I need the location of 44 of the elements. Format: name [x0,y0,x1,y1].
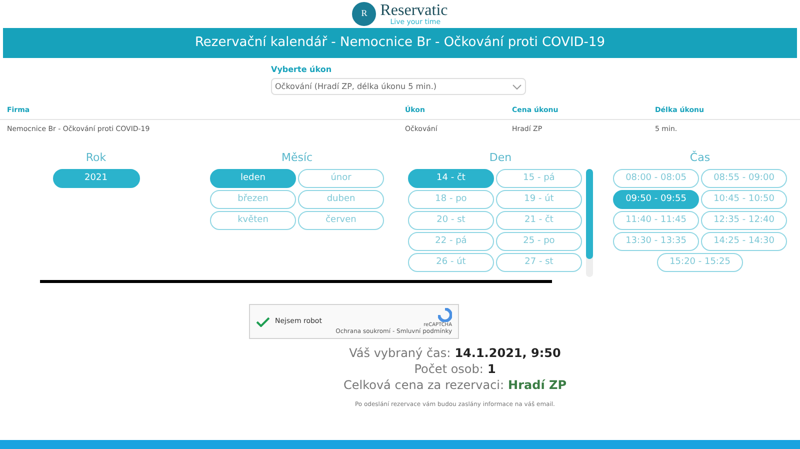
service-select[interactable]: Očkování (Hradí ZP, délka úkonu 5 min.) [271,78,526,95]
option-button[interactable]: 2021 [52,168,140,188]
option-button[interactable]: červen [298,210,384,230]
option-button[interactable]: 26 - út [408,252,494,272]
option-button[interactable]: 13:30 - 13:35 [613,232,699,250]
summary-value: 14.1.2021, 9:50 [454,345,561,361]
option-button[interactable]: 21 - čt [496,210,582,230]
option-button[interactable]: leden [210,168,296,188]
option-button[interactable]: únor [298,168,384,188]
scrollbar[interactable] [586,168,593,276]
picker-title: Měsíc [280,150,314,166]
option-button[interactable]: duben [298,190,384,208]
option-button[interactable]: 25 - po [496,232,582,250]
option-button[interactable]: květen [210,210,296,230]
option-button[interactable]: 15:20 - 15:25 [657,252,743,272]
summary-value: Hradí ZP [508,377,566,393]
option-button[interactable]: 14:25 - 14:30 [701,232,787,250]
chevron-down-icon [512,84,522,90]
option-button[interactable]: 12:35 - 12:40 [701,210,787,230]
summary-label: Váš vybraný čas: [349,345,451,361]
picker-title: Den [488,150,513,166]
summary-label: Počet osob: [414,361,484,377]
summary-label: Celková cena za rezervaci: [344,377,504,393]
option-button[interactable]: 08:55 - 09:00 [701,168,787,188]
picker-title: Čas [688,150,712,166]
option-button[interactable]: březen [210,190,296,208]
option-button[interactable]: 18 - po [408,190,494,208]
option-button[interactable]: 10:45 - 10:50 [701,190,787,208]
option-button[interactable]: 14 - čt [408,168,494,188]
option-button[interactable]: 11:40 - 11:45 [613,210,699,230]
summary-value: 1 [487,361,496,377]
option-button[interactable]: 15 - pá [496,168,582,188]
logo-icon: R [352,2,376,26]
option-button[interactable]: 09:50 - 09:55 [613,190,699,208]
select-label: Vyberte úkon [271,64,333,76]
option-button[interactable]: 19 - út [496,190,582,208]
logo-name: Reservatic [380,2,448,18]
option-button[interactable]: 08:00 - 08:05 [613,168,699,188]
header-title: Rezervační kalendář - Nemocnice Br - Očkování proti COVID-19 [194,34,606,52]
option-button[interactable]: 27 - st [496,252,582,272]
option-button[interactable]: 20 - st [408,210,494,230]
picker-title: Rok [86,150,106,166]
option-button[interactable]: 22 - pá [408,232,494,250]
recaptcha-logo-icon [438,308,452,322]
